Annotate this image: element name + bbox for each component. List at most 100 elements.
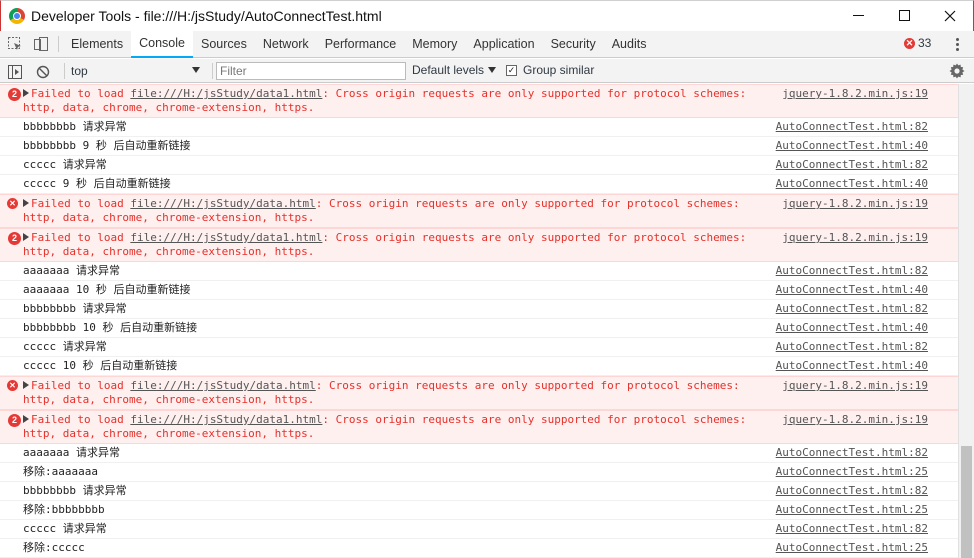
- error-count: 33: [918, 36, 932, 50]
- error-counter[interactable]: ✕ 33: [904, 36, 931, 50]
- console-log-message: ccccc 请求异常 AutoConnectTest.html:82: [0, 338, 958, 357]
- minimize-icon: [852, 15, 864, 16]
- console-toolbar: top Default levels ✓ Group similar: [0, 59, 974, 83]
- source-link[interactable]: AutoConnectTest.html:82: [776, 302, 928, 316]
- devtools-tabbar: Elements Console Sources Network Performance…: [0, 30, 974, 58]
- chevron-down-icon: [192, 67, 200, 73]
- tab-application[interactable]: Application: [465, 31, 542, 58]
- expand-triangle-icon[interactable]: [23, 199, 29, 207]
- tab-console[interactable]: Console: [131, 30, 193, 58]
- error-icon: ✕: [904, 37, 915, 49]
- message-text: ccccc 9 秒 后自动重新链接: [23, 177, 171, 190]
- source-link[interactable]: AutoConnectTest.html:40: [776, 177, 928, 191]
- message-prefix: Failed to load: [31, 197, 131, 210]
- source-link[interactable]: jquery-1.8.2.min.js:19: [782, 379, 928, 393]
- tab-sources[interactable]: Sources: [193, 31, 255, 58]
- device-toolbar-button[interactable]: [28, 31, 54, 57]
- message-text: bbbbbbbb 请求异常: [23, 484, 127, 497]
- console-error-message: 2 Failed to load file:///H:/jsStudy/data1…: [0, 84, 958, 118]
- toolbar-divider: [212, 63, 213, 79]
- source-link[interactable]: AutoConnectTest.html:82: [776, 522, 928, 536]
- close-icon: [944, 10, 956, 21]
- tab-network[interactable]: Network: [255, 31, 317, 58]
- console-sidebar-button[interactable]: [2, 59, 28, 85]
- expand-triangle-icon[interactable]: [23, 415, 29, 423]
- console-error-message: ✕ Failed to load file:///H:/jsStudy/data.…: [0, 194, 958, 228]
- source-link[interactable]: AutoConnectTest.html:82: [776, 120, 928, 134]
- source-link[interactable]: jquery-1.8.2.min.js:19: [782, 87, 928, 101]
- message-text: ccccc 请求异常: [23, 522, 107, 535]
- source-link[interactable]: AutoConnectTest.html:82: [776, 484, 928, 498]
- chevron-down-icon: [488, 67, 497, 73]
- clear-console-button[interactable]: [30, 59, 56, 85]
- console-scrollbar[interactable]: [958, 84, 974, 558]
- console-log-message: ccccc 请求异常 AutoConnectTest.html:82: [0, 520, 958, 539]
- minimize-button[interactable]: [835, 0, 881, 31]
- source-link[interactable]: jquery-1.8.2.min.js:19: [782, 231, 928, 245]
- source-link[interactable]: AutoConnectTest.html:25: [776, 541, 928, 555]
- source-link[interactable]: AutoConnectTest.html:82: [776, 446, 928, 460]
- console-settings-button[interactable]: [949, 63, 965, 79]
- maximize-button[interactable]: [881, 0, 927, 31]
- more-options-button[interactable]: [950, 34, 964, 54]
- message-text: 移除:aaaaaaa: [23, 465, 98, 478]
- message-url-link[interactable]: file:///H:/jsStudy/data1.html: [130, 413, 322, 426]
- source-link[interactable]: AutoConnectTest.html:40: [776, 139, 928, 153]
- expand-triangle-icon[interactable]: [23, 233, 29, 241]
- console-log-message: 移除:bbbbbbbb AutoConnectTest.html:25: [0, 501, 958, 520]
- source-link[interactable]: AutoConnectTest.html:82: [776, 158, 928, 172]
- source-link[interactable]: jquery-1.8.2.min.js:19: [782, 413, 928, 427]
- message-text: bbbbbbbb 10 秒 后自动重新链接: [23, 321, 198, 334]
- console-log-message: 移除:aaaaaaa AutoConnectTest.html:25: [0, 463, 958, 482]
- expand-triangle-icon[interactable]: [23, 381, 29, 389]
- clear-console-icon: [36, 65, 50, 79]
- tab-performance[interactable]: Performance: [317, 31, 405, 58]
- group-similar-label: Group similar: [523, 63, 595, 77]
- tab-audits[interactable]: Audits: [604, 31, 655, 58]
- source-link[interactable]: AutoConnectTest.html:82: [776, 264, 928, 278]
- source-link[interactable]: AutoConnectTest.html:82: [776, 340, 928, 354]
- console-log-message: aaaaaaa 请求异常 AutoConnectTest.html:82: [0, 262, 958, 281]
- console-log-message: aaaaaaa 10 秒 后自动重新链接 AutoConnectTest.html…: [0, 281, 958, 300]
- console-error-message: 2 Failed to load file:///H:/jsStudy/data1…: [0, 410, 958, 444]
- window-title: Developer Tools - file:///H:/jsStudy/Aut…: [31, 8, 382, 24]
- source-link[interactable]: AutoConnectTest.html:25: [776, 465, 928, 479]
- repeat-count-badge: 2: [8, 88, 21, 101]
- message-text: ccccc 请求异常: [23, 158, 107, 171]
- inspect-button[interactable]: [2, 31, 28, 57]
- message-text: aaaaaaa 10 秒 后自动重新链接: [23, 283, 191, 296]
- console-error-message: ✕ Failed to load file:///H:/jsStudy/data.…: [0, 376, 958, 410]
- tab-memory[interactable]: Memory: [404, 31, 465, 58]
- message-text: 移除:ccccc: [23, 541, 85, 554]
- tab-security[interactable]: Security: [543, 31, 604, 58]
- context-selector[interactable]: top: [66, 61, 204, 81]
- group-similar-toggle[interactable]: ✓ Group similar: [506, 63, 594, 77]
- source-link[interactable]: AutoConnectTest.html:25: [776, 503, 928, 517]
- message-text: bbbbbbbb 请求异常: [23, 302, 127, 315]
- group-similar-checkbox[interactable]: ✓: [506, 64, 517, 76]
- message-url-link[interactable]: file:///H:/jsStudy/data1.html: [130, 231, 322, 244]
- message-text: aaaaaaa 请求异常: [23, 446, 120, 459]
- tab-elements[interactable]: Elements: [63, 31, 131, 58]
- message-text: 移除:bbbbbbbb: [23, 503, 105, 516]
- source-link[interactable]: AutoConnectTest.html:40: [776, 359, 928, 373]
- message-url-link[interactable]: file:///H:/jsStudy/data.html: [130, 379, 315, 392]
- message-url-link[interactable]: file:///H:/jsStudy/data.html: [130, 197, 315, 210]
- source-link[interactable]: jquery-1.8.2.min.js:19: [782, 197, 928, 211]
- log-levels-dropdown[interactable]: Default levels: [412, 63, 497, 77]
- message-text: ccccc 10 秒 后自动重新链接: [23, 359, 178, 372]
- source-link[interactable]: AutoConnectTest.html:40: [776, 283, 928, 297]
- console-log-message: ccccc 10 秒 后自动重新链接 AutoConnectTest.html:4…: [0, 357, 958, 376]
- panel-tabs: Elements Console Sources Network Performance…: [63, 30, 655, 58]
- message-url-link[interactable]: file:///H:/jsStudy/data1.html: [130, 87, 322, 100]
- filter-input[interactable]: [216, 62, 406, 80]
- device-toolbar-icon: [34, 37, 48, 51]
- toolbar-divider: [58, 36, 59, 52]
- close-button[interactable]: [927, 0, 973, 31]
- inspect-icon: [8, 37, 21, 50]
- message-text: Failed to load file:///H:/jsStudy/data1.…: [23, 231, 758, 259]
- scrollbar-thumb[interactable]: [961, 446, 972, 558]
- expand-triangle-icon[interactable]: [23, 89, 29, 97]
- chrome-icon: [9, 8, 25, 24]
- source-link[interactable]: AutoConnectTest.html:40: [776, 321, 928, 335]
